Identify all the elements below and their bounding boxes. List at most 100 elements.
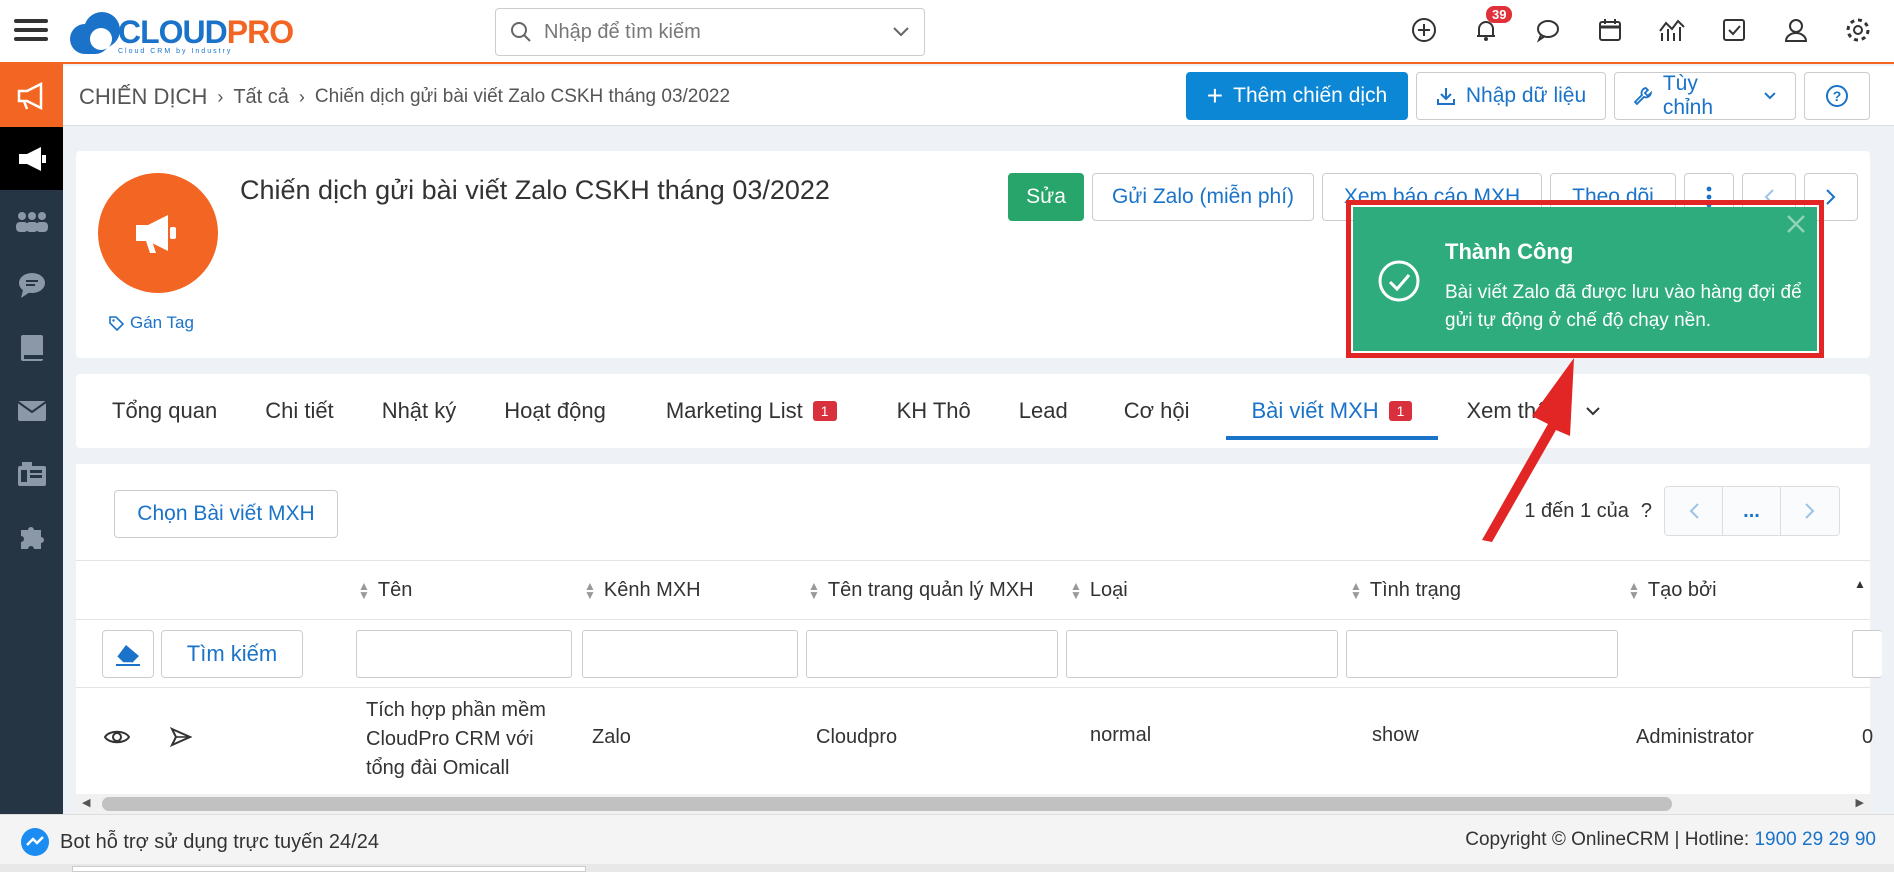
sidebar-item-campaigns[interactable] [0, 127, 63, 190]
megaphone-icon [18, 146, 46, 171]
cell-created-by: Administrator [1636, 726, 1754, 748]
scroll-up-icon[interactable]: ▲ [1854, 577, 1866, 591]
cell-name[interactable]: Tích hợp phần mềm CloudPro CRM với tổng … [366, 696, 546, 783]
send-icon[interactable] [170, 727, 192, 747]
tab-social-posts[interactable]: Bài viết MXH 1 [1225, 374, 1439, 448]
success-toast: Thành Công Bài viết Zalo đã được lưu vào… [1353, 207, 1817, 351]
sidebar-item-messages[interactable] [0, 253, 63, 316]
chat-icon[interactable] [1532, 14, 1564, 46]
sort-icon: ▲ ▼ [1070, 578, 1082, 602]
help-button[interactable]: ? [1804, 72, 1870, 120]
scroll-left-icon[interactable]: ◀ [82, 796, 90, 809]
add-campaign-button[interactable]: + Thêm chiến dịch [1186, 72, 1408, 120]
check-circle-icon [1378, 260, 1420, 302]
envelope-icon [16, 400, 47, 421]
chart-icon[interactable] [1656, 14, 1688, 46]
column-header-status[interactable]: ▲ ▼ Tình trạng [1350, 579, 1461, 602]
scrollbar-thumb[interactable] [102, 797, 1672, 811]
task-check-icon[interactable] [1718, 14, 1750, 46]
chevron-right-icon: › [217, 86, 224, 107]
sort-icon: ▲ ▼ [358, 578, 370, 602]
plus-icon: + [1206, 80, 1224, 111]
sidebar-item-email[interactable] [0, 379, 63, 442]
bell-icon[interactable]: 39 [1470, 6, 1513, 46]
customize-button[interactable]: Tùy chỉnh [1614, 72, 1796, 120]
filter-input-name[interactable] [356, 630, 572, 678]
cell-page: Cloudpro [816, 726, 898, 748]
column-header-channel[interactable]: ▲ ▼ Kênh MXH [584, 579, 701, 602]
tag-icon [109, 316, 124, 331]
send-zalo-button[interactable]: Gửi Zalo (miễn phí) [1092, 173, 1314, 221]
tab-log[interactable]: Nhật ký [382, 374, 483, 448]
tab-details[interactable]: Chi tiết [265, 374, 359, 448]
tab-overview[interactable]: Tổng quan [112, 374, 243, 448]
breadcrumb-current: Chiến dịch gửi bài viết Zalo CSKH tháng … [314, 86, 731, 107]
filter-input-type[interactable] [1066, 630, 1338, 678]
column-header-type[interactable]: ▲ ▼ Loại [1070, 579, 1128, 602]
eye-icon[interactable] [104, 728, 130, 746]
close-icon[interactable] [1785, 213, 1807, 235]
breadcrumb-bar: CHIẾN DỊCH › Tất cả › Chiến dịch gửi bài… [63, 66, 1894, 126]
cell-overflow: 0 [1862, 726, 1874, 748]
column-header-name[interactable]: ▲ ▼ Tên [358, 579, 412, 602]
sidebar-item-marketing[interactable] [0, 64, 63, 127]
pager-prev-button[interactable] [1665, 487, 1723, 535]
filter-input-status[interactable] [1346, 630, 1618, 678]
sidebar-item-customers[interactable] [0, 190, 63, 253]
calendar-icon[interactable] [1594, 14, 1626, 46]
table-row[interactable]: Tích hợp phần mềm CloudPro CRM với tổng … [76, 688, 1874, 794]
add-circle-icon[interactable] [1408, 14, 1440, 46]
tab-activities[interactable]: Hoạt động [504, 374, 632, 448]
record-avatar [98, 173, 218, 293]
filter-input-overflow[interactable] [1852, 630, 1882, 678]
filter-search-button[interactable]: Tìm kiếm [161, 630, 303, 678]
sort-icon: ▲ ▼ [584, 578, 596, 602]
comment-icon [18, 272, 45, 298]
assign-tag-link[interactable]: Gán Tag [108, 313, 194, 333]
taskbar-strip [0, 864, 1894, 872]
user-icon[interactable] [1780, 14, 1812, 46]
count-badge: 1 [812, 401, 837, 421]
record-tabs: Tổng quan Chi tiết Nhật ký Hoạt động Mar… [76, 374, 1870, 448]
global-search[interactable] [495, 8, 925, 56]
hotline-link[interactable]: 1900 29 29 90 [1754, 829, 1876, 850]
count-badge: 1 [1388, 401, 1413, 421]
breadcrumb: CHIẾN DỊCH › Tất cả › Chiến dịch gửi bài… [79, 84, 730, 110]
filter-row: Tìm kiếm [76, 620, 1882, 688]
cloudpro-logo[interactable]: CLOUDPRO Cloud CRM by Industry [70, 6, 294, 58]
clear-filter-button[interactable] [102, 630, 154, 678]
search-input[interactable] [544, 20, 892, 44]
horizontal-scrollbar[interactable]: ◀ ▶ [76, 794, 1870, 814]
filter-input-page[interactable] [806, 630, 1058, 678]
pager-more-button[interactable]: ... [1723, 487, 1781, 535]
pager-next-button[interactable] [1781, 487, 1839, 535]
chevron-down-icon[interactable] [892, 26, 910, 38]
choose-social-post-button[interactable]: Chọn Bài viết MXH [114, 490, 338, 538]
pager-total-unknown[interactable]: ? [1641, 500, 1652, 523]
sidebar-item-reports[interactable] [0, 442, 63, 505]
notification-badge: 39 [1486, 6, 1513, 23]
edit-button[interactable]: Sửa [1008, 173, 1084, 221]
sidebar-item-extensions[interactable] [0, 505, 63, 568]
scroll-right-icon[interactable]: ▶ [1856, 796, 1864, 809]
cell-status: show [1372, 724, 1419, 746]
tab-lead[interactable]: Lead [1019, 374, 1094, 448]
filter-input-channel[interactable] [582, 630, 798, 678]
column-header-created-by[interactable]: ▲ ▼ Tạo bởi [1628, 579, 1717, 602]
gear-icon[interactable] [1842, 14, 1874, 46]
tab-raw-customers[interactable]: KH Thô [897, 374, 997, 448]
sort-icon: ▲ ▼ [1350, 578, 1362, 602]
tab-opportunities[interactable]: Cơ hội [1124, 374, 1216, 448]
chevron-left-icon [1689, 503, 1699, 519]
tab-marketing-list[interactable]: Marketing List 1 [666, 374, 863, 448]
megaphone-icon [17, 81, 42, 110]
support-bot-link[interactable]: Bot hỗ trợ sử dụng trực tuyến 24/24 [20, 827, 379, 857]
sidebar-item-knowledge[interactable] [0, 316, 63, 379]
import-data-button[interactable]: Nhập dữ liệu [1416, 72, 1606, 120]
hamburger-menu-icon[interactable] [14, 14, 48, 48]
column-header-page[interactable]: ▲ ▼ Tên trang quản lý MXH [808, 579, 1034, 602]
download-icon [1436, 88, 1455, 105]
breadcrumb-root[interactable]: CHIẾN DỊCH [79, 84, 207, 110]
breadcrumb-all[interactable]: Tất cả [233, 86, 289, 109]
record-title: Chiến dịch gửi bài viết Zalo CSKH tháng … [240, 175, 830, 205]
